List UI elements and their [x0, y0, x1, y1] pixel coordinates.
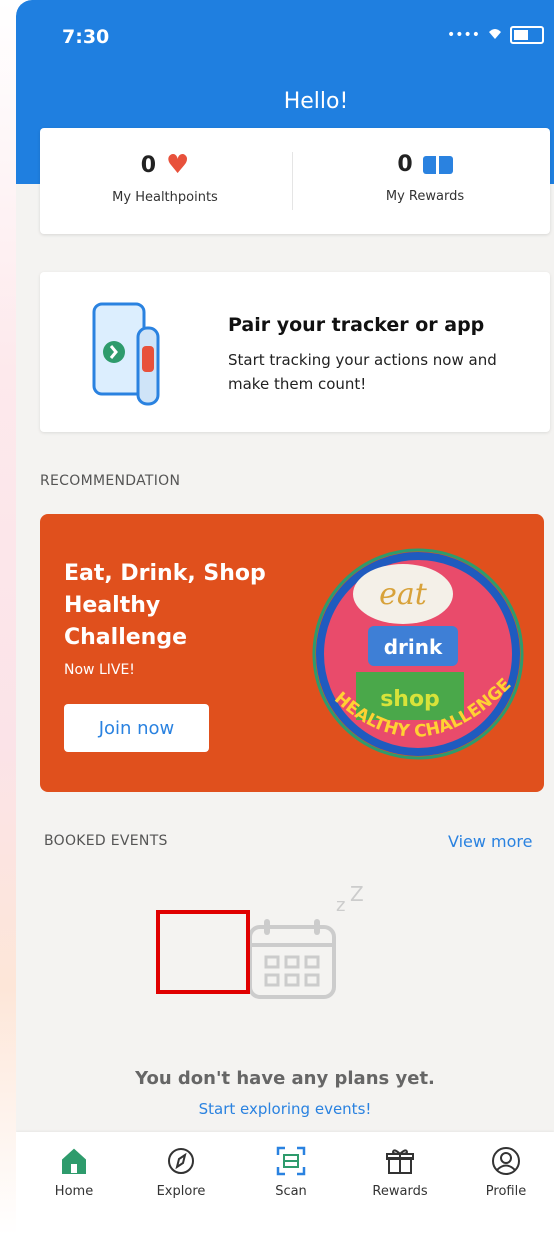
gift-icon — [386, 1149, 414, 1174]
promo-subtitle: Now LIVE! — [64, 662, 135, 678]
healthpoints-summary[interactable]: 0 ♥ My Healthpoints — [50, 152, 280, 205]
svg-text:eat: eat — [379, 577, 428, 612]
tab-scan[interactable]: Scan — [251, 1144, 331, 1199]
svg-text:z: z — [336, 895, 345, 916]
highlight-annotation-box — [156, 910, 250, 994]
battery-icon — [510, 26, 544, 44]
rewards-summary[interactable]: 0 My Rewards — [310, 152, 540, 204]
heart-icon: ♥ — [166, 150, 190, 180]
tab-rewards[interactable]: Rewards — [360, 1144, 440, 1199]
calendar-empty-icon: z Z — [248, 883, 364, 999]
join-now-button[interactable]: Join now — [64, 704, 209, 752]
tab-explore[interactable]: Explore — [141, 1144, 221, 1199]
points-divider — [292, 152, 293, 210]
profile-icon — [492, 1147, 520, 1175]
rewards-value: 0 — [397, 152, 413, 177]
promo-title: Eat, Drink, Shop Healthy Challenge — [64, 561, 266, 650]
view-more-link[interactable]: View more — [448, 832, 533, 851]
tab-profile-label: Profile — [485, 1184, 527, 1199]
pair-description: Start tracking your actions now and make… — [228, 351, 497, 393]
booked-events-label: BOOKED EVENTS — [44, 833, 168, 849]
tab-profile[interactable]: Profile — [466, 1144, 546, 1199]
svg-text:Z: Z — [350, 883, 364, 906]
greeting-title: Hello! — [283, 89, 349, 114]
recommendation-label: RECOMMENDATION — [40, 473, 181, 489]
healthpoints-value: 0 — [140, 152, 156, 178]
bottom-tab-bar: Home Explore Scan Rewards Profile — [16, 1132, 554, 1235]
signal-icon: •••• — [446, 27, 480, 43]
explore-events-link[interactable]: Start exploring events! — [16, 1100, 554, 1118]
home-icon — [62, 1148, 86, 1174]
svg-text:drink: drink — [384, 635, 443, 659]
status-time: 7:30 — [62, 26, 110, 48]
points-card: 0 ♥ My Healthpoints 0 My Rewards — [40, 128, 550, 234]
healthpoints-label: My Healthpoints — [112, 190, 218, 205]
status-icons: •••• — [447, 26, 544, 44]
scan-icon — [276, 1146, 306, 1176]
promo-banner[interactable]: Eat, Drink, Shop Healthy Challenge Now L… — [40, 514, 544, 792]
compass-icon — [168, 1148, 194, 1174]
rewards-label: My Rewards — [385, 189, 465, 204]
wifi-icon — [486, 26, 504, 44]
tab-scan-label: Scan — [275, 1184, 307, 1199]
phone-screen: 7:30 •••• Hello! 0 ♥ My Healthpoints 0 M… — [16, 0, 554, 1235]
phone-tracker-illustration — [92, 302, 160, 406]
svg-text:shop: shop — [380, 687, 440, 712]
tab-home[interactable]: Home — [34, 1144, 114, 1199]
tab-rewards-label: Rewards — [372, 1184, 428, 1199]
pair-title: Pair your tracker or app — [228, 314, 485, 336]
tab-explore-label: Explore — [156, 1184, 206, 1199]
empty-plans-message: You don't have any plans yet. — [135, 1068, 435, 1089]
challenge-badge-image: eat drink shop HEALTHY CHALLENGE — [312, 548, 524, 760]
tab-home-label: Home — [54, 1184, 94, 1199]
pair-tracker-card[interactable]: Pair your tracker or app Start tracking … — [40, 272, 550, 432]
reward-card-icon — [422, 155, 453, 174]
